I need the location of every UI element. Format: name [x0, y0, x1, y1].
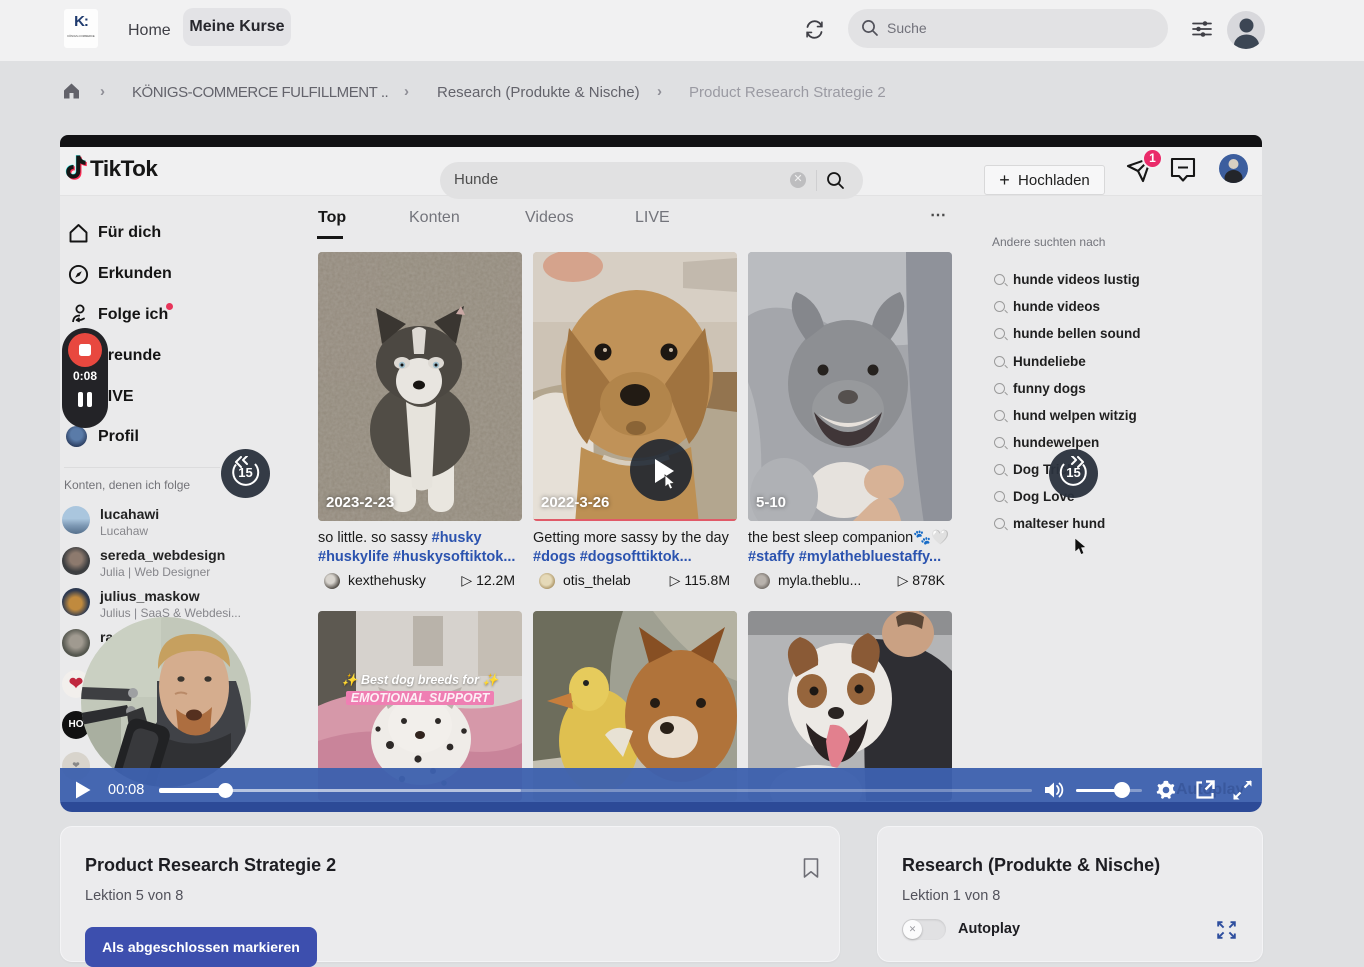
svg-text:TikTok: TikTok — [90, 156, 158, 181]
